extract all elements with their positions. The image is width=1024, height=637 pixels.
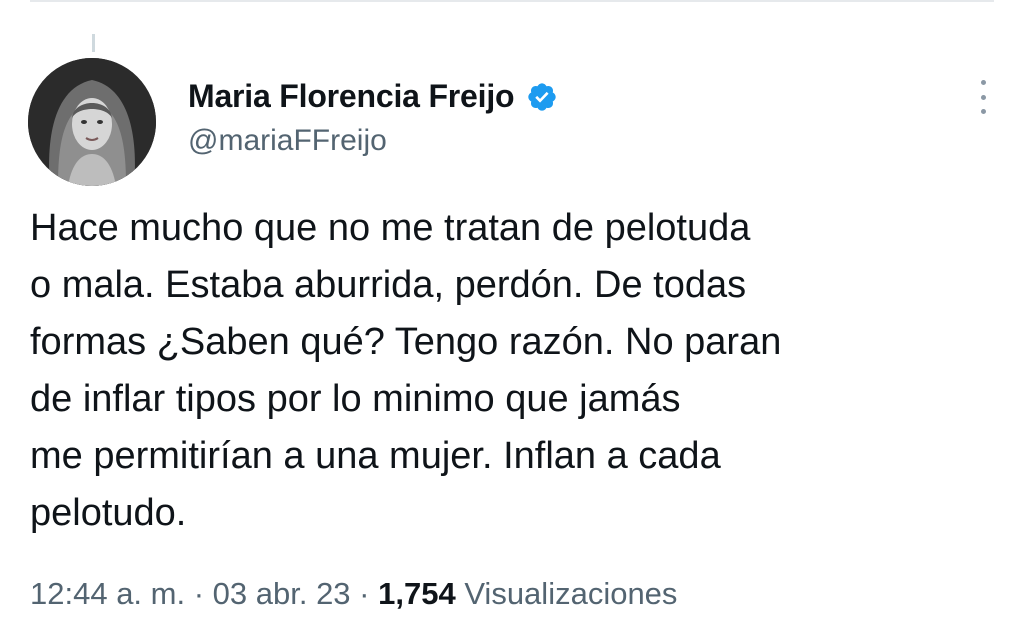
tweet-text: Hace mucho que no me tratan de pelotuda … bbox=[30, 200, 990, 542]
more-dot bbox=[980, 80, 986, 85]
tweet-date[interactable]: 03 abr. 23 bbox=[213, 576, 351, 611]
views-count: 1,754 bbox=[378, 576, 456, 611]
display-name[interactable]: Maria Florencia Freijo bbox=[188, 78, 515, 115]
meta-separator: · bbox=[350, 576, 379, 611]
meta-separator: · bbox=[185, 576, 213, 611]
tweet-text-line: de inflar tipos por lo minimo que jamás bbox=[30, 378, 681, 420]
tweet-meta: 12:44 a. m. · 03 abr. 23 · 1,754 Visuali… bbox=[30, 576, 677, 612]
avatar[interactable] bbox=[28, 58, 156, 186]
views-label: Visualizaciones bbox=[455, 576, 678, 611]
more-dot bbox=[980, 109, 986, 114]
top-divider bbox=[30, 0, 994, 2]
author-header[interactable]: Maria Florencia Freijo bbox=[188, 78, 558, 115]
tweet-text-line: o mala. Estaba aburrida, perdón. De toda… bbox=[30, 264, 747, 306]
verified-badge-icon bbox=[526, 81, 558, 113]
avatar-photo bbox=[28, 58, 156, 186]
tweet-text-line: pelotudo. bbox=[30, 492, 187, 534]
author-handle[interactable]: @mariaFFreijo bbox=[188, 124, 387, 158]
more-options-icon[interactable] bbox=[968, 80, 998, 114]
tweet-time[interactable]: 12:44 a. m. bbox=[30, 576, 185, 611]
tweet-text-line: formas ¿Saben qué? Tengo razón. No paran bbox=[30, 321, 782, 363]
more-dot bbox=[980, 94, 986, 100]
thread-connector-line bbox=[92, 34, 95, 52]
tweet-text-line: me permitirían a una mujer. Inflan a cad… bbox=[30, 435, 721, 477]
tweet-text-line: Hace mucho que no me tratan de pelotuda bbox=[30, 207, 751, 249]
